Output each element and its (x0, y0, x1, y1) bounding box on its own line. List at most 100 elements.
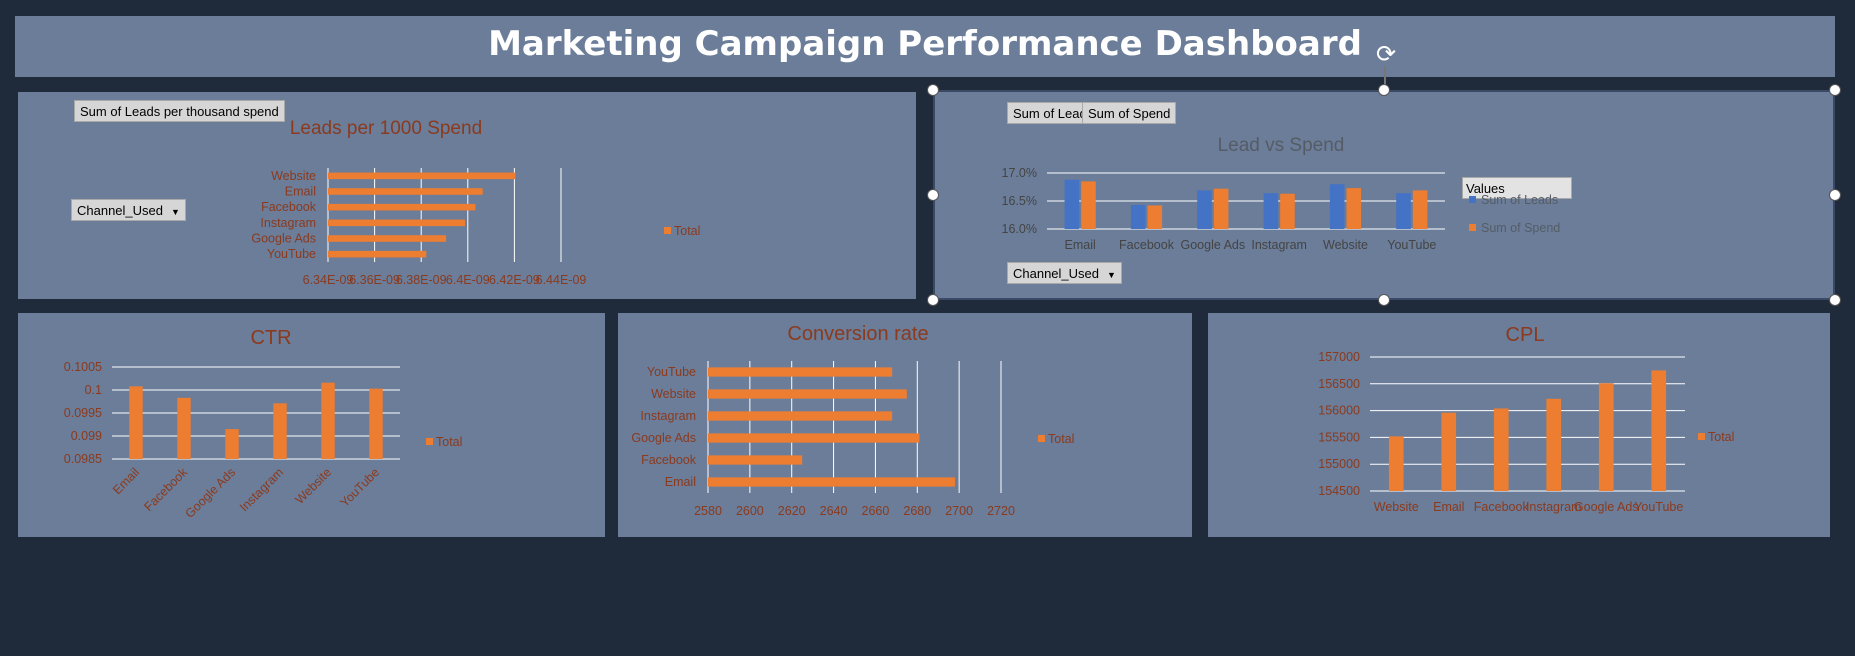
bar (1651, 370, 1667, 491)
legend-label: Sum of Leads (1481, 193, 1558, 207)
x-tick-label: 2620 (778, 504, 806, 518)
chart-title: Lead vs Spend (1218, 135, 1345, 156)
legend-swatch (426, 438, 433, 445)
ctr-panel[interactable]: CTR 0.0985 0.099 0.0995 0.1 0.1005 Email Facebo… (18, 313, 605, 537)
bar (1396, 193, 1411, 229)
y-tick-label: 155500 (1318, 430, 1360, 444)
chart-title: CPL (1506, 324, 1545, 346)
chart-title: Leads per 1000 Spend (290, 118, 482, 139)
bar (1147, 205, 1163, 229)
y-category-label: Instagram (640, 409, 696, 423)
bar (708, 367, 893, 377)
resize-handle-bottom-left[interactable] (927, 294, 939, 306)
x-category-label: Email (110, 465, 142, 497)
bar (1329, 184, 1345, 229)
leads-per-spend-panel[interactable]: Sum of Leads per thousand spend Channel_… (18, 92, 916, 299)
y-tick-label: 0.0985 (64, 452, 102, 466)
resize-handle-top-left[interactable] (927, 84, 939, 96)
bar (177, 397, 191, 459)
bar (328, 203, 476, 211)
bar (708, 477, 955, 487)
resize-handle-bottom-right[interactable] (1829, 294, 1841, 306)
bar (328, 188, 483, 195)
x-tick-label: 2600 (736, 504, 764, 518)
y-tick-label: 156000 (1318, 404, 1360, 418)
bar (1197, 190, 1212, 229)
x-tick-label: 6.44E-09 (536, 273, 587, 287)
y-tick-label: 0.1005 (64, 360, 102, 374)
bar (708, 389, 907, 399)
legend-swatch (664, 227, 671, 234)
bar (328, 219, 466, 227)
conversion-rate-panel[interactable]: Conversion rate 2580 2600 2620 2640 2660 2680 2… (618, 313, 1192, 537)
legend-swatch (1469, 224, 1476, 231)
x-tick-label: 2640 (820, 504, 848, 518)
resize-handle-left[interactable] (927, 189, 939, 201)
lead-vs-spend-panel[interactable]: Sum of Leads Sum of Spend Values Channel… (933, 90, 1835, 300)
bar (1412, 190, 1428, 229)
x-category-label: Website (1374, 500, 1419, 514)
resize-handle-bottom[interactable] (1378, 294, 1390, 306)
bar (1493, 408, 1509, 491)
x-category-label: Facebook (141, 465, 190, 514)
y-category-label: Google Ads (631, 431, 696, 445)
y-category-label: Website (651, 387, 696, 401)
legend-label: Total (1708, 430, 1734, 444)
y-tick-label: 16.5% (1002, 194, 1037, 208)
x-category-label: Website (292, 465, 334, 507)
x-tick-label: 2580 (694, 504, 722, 518)
legend-swatch (1038, 435, 1045, 442)
x-category-label: Google Ads (183, 465, 239, 521)
chart-title: CTR (250, 327, 291, 349)
resize-handle-top-right[interactable] (1829, 84, 1841, 96)
x-category-label: Google Ads (1574, 500, 1639, 514)
bar (328, 172, 516, 180)
y-category-label: Instagram (260, 216, 316, 230)
x-tick-label: 6.38E-09 (396, 273, 447, 287)
resize-handle-right[interactable] (1829, 189, 1841, 201)
y-tick-label: 0.099 (71, 429, 102, 443)
y-category-label: Facebook (261, 200, 317, 214)
x-category-label: YouTube (337, 465, 382, 510)
x-category-label: Instagram (237, 465, 286, 514)
cpl-panel[interactable]: CPL 154500 155000 155500 156000 156500 157000 W… (1208, 313, 1830, 537)
chart-title: Conversion rate (787, 323, 928, 345)
x-category-label: YouTube (1387, 238, 1436, 252)
x-tick-label: 6.42E-09 (489, 273, 540, 287)
legend-label: Total (1048, 432, 1074, 446)
x-category-label: Facebook (1119, 238, 1175, 252)
x-category-label: Website (1323, 238, 1368, 252)
x-tick-label: 6.4E-09 (446, 273, 490, 287)
rotate-icon[interactable]: ⟳ (1373, 42, 1399, 68)
bar (1130, 204, 1146, 229)
x-category-label: Email (1433, 500, 1464, 514)
legend-swatch (1698, 433, 1705, 440)
x-tick-label: 2660 (862, 504, 890, 518)
y-tick-label: 155000 (1318, 457, 1360, 471)
bar (225, 429, 239, 459)
x-tick-label: 6.34E-09 (303, 273, 354, 287)
y-category-label: YouTube (267, 247, 316, 261)
y-tick-label: 0.0995 (64, 406, 102, 420)
bar (1081, 181, 1096, 229)
resize-handle-top[interactable] (1378, 84, 1390, 96)
bar (328, 235, 447, 242)
bar (369, 388, 383, 459)
bar (708, 411, 893, 421)
y-tick-label: 17.0% (1002, 166, 1037, 180)
x-tick-label: 6.36E-09 (349, 273, 400, 287)
bar (708, 455, 803, 465)
x-category-label: Google Ads (1181, 238, 1246, 252)
bar (321, 382, 335, 459)
legend-swatch (1469, 196, 1476, 203)
bar (1213, 188, 1229, 229)
bar (1280, 193, 1295, 229)
conversion-rate-chart: Conversion rate 2580 2600 2620 2640 2660 2680 2… (631, 323, 1074, 518)
y-category-label: Website (271, 169, 316, 183)
y-category-label: Google Ads (251, 232, 316, 246)
x-category-label: YouTube (1634, 500, 1683, 514)
bar (708, 433, 920, 443)
x-tick-label: 2720 (987, 504, 1015, 518)
legend-label: Total (436, 435, 462, 449)
y-category-label: Email (285, 185, 316, 199)
